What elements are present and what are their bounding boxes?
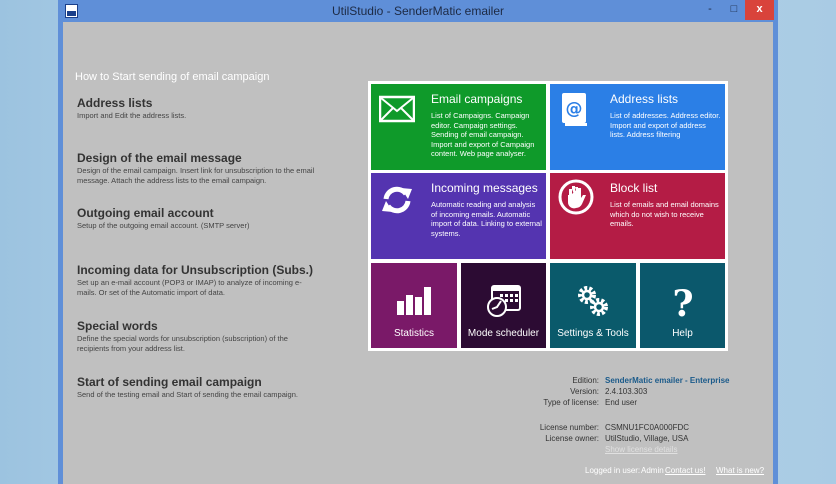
show-license-details-link[interactable]: Show license details (605, 445, 677, 454)
calendar-clock-icon (486, 285, 521, 317)
license-type-value: End user (605, 398, 638, 407)
whats-new-link[interactable]: What is new? (716, 466, 764, 475)
tile-title: Block list (610, 181, 658, 195)
step-title[interactable]: Special words (77, 319, 317, 333)
contact-us-link[interactable]: Contact us! (665, 466, 705, 475)
howto-heading: How to Start sending of email campaign (75, 71, 270, 83)
tile-desc: Automatic reading and analysis of incomi… (431, 200, 542, 238)
question-icon: ? (672, 285, 693, 319)
svg-text:@: @ (566, 99, 583, 119)
step-desc: Set up an e-mail account (POP3 or IMAP) … (77, 278, 302, 297)
tile-settings-tools[interactable]: Settings & Tools (550, 263, 636, 348)
step-title[interactable]: Outgoing email account (77, 206, 317, 220)
tile-title: Email campaigns (431, 92, 523, 106)
step-incoming-unsubscription[interactable]: Incoming data for Unsubscription (Subs.)… (77, 263, 317, 298)
title-bar[interactable]: UtilStudio - SenderMatic emailer - □ x (58, 0, 778, 22)
logged-in-user: Admin (641, 466, 664, 475)
tile-grid: Email campaigns List of Campaigns. Campai… (368, 81, 728, 351)
edition-label: Edition: (572, 376, 599, 385)
step-desc: Import and Edit the address lists. (77, 111, 187, 120)
tile-desc: List of addresses. Address editor. Impor… (610, 111, 721, 139)
edition-value: SenderMatic emailer - Enterprise (605, 376, 730, 385)
tile-incoming-messages[interactable]: Incoming messages Automatic reading and a… (371, 173, 546, 259)
tile-label: Settings & Tools (557, 328, 629, 339)
step-address-lists[interactable]: Address lists Import and Edit the address… (77, 96, 317, 121)
tile-title: Address lists (610, 92, 679, 106)
tile-statistics[interactable]: Statistics (371, 263, 457, 348)
tile-desc: List of Campaigns. Campaign editor. Camp… (431, 111, 535, 158)
step-desc: Define the special words for unsubscript… (77, 334, 288, 353)
step-title[interactable]: Address lists (77, 96, 317, 110)
address-book-icon: @ (562, 93, 587, 126)
main-content: How to Start sending of email campaign A… (63, 22, 773, 484)
step-desc: Setup of the outgoing email account. (SM… (77, 221, 250, 230)
tile-label: Help (672, 328, 693, 339)
version-value: 2.4.103.303 (605, 387, 648, 396)
step-title[interactable]: Incoming data for Unsubscription (Subs.) (77, 263, 317, 277)
license-owner-label: License owner: (545, 434, 599, 443)
close-button[interactable]: x (745, 0, 774, 20)
tile-label: Statistics (393, 328, 434, 339)
step-design-message[interactable]: Design of the email message Design of the… (77, 151, 317, 186)
step-title[interactable]: Design of the email message (77, 151, 317, 165)
step-special-words[interactable]: Special words Define the special words fo… (77, 319, 317, 354)
maximize-button[interactable]: □ (722, 0, 746, 20)
version-label: Version: (570, 387, 599, 396)
step-start-sending[interactable]: Start of sending email campaign Send of t… (77, 375, 317, 400)
gears-icon (578, 286, 608, 316)
tile-mode-scheduler[interactable]: Mode scheduler (461, 263, 546, 348)
bar-chart-icon (397, 287, 431, 315)
license-owner-value: UtilStudio, Village, USA (605, 434, 689, 443)
tile-help[interactable]: ? Help (640, 263, 725, 348)
license-number-value: CSMNU1FC0A000FDC (605, 423, 690, 432)
step-title[interactable]: Start of sending email campaign (77, 375, 317, 389)
tile-title: Incoming messages (431, 181, 538, 195)
hand-stop-icon (558, 179, 594, 215)
step-outgoing-account[interactable]: Outgoing email account Setup of the outgo… (77, 206, 317, 231)
license-type-label: Type of license: (543, 398, 599, 407)
tile-email-campaigns[interactable]: Email campaigns List of Campaigns. Campai… (371, 84, 546, 170)
svg-text:?: ? (672, 285, 693, 319)
app-window: UtilStudio - SenderMatic emailer - □ x H… (58, 0, 778, 484)
logged-in-label: Logged in user: (585, 466, 641, 475)
step-desc: Send of the testing email and Start of s… (77, 390, 298, 399)
app-icon[interactable] (65, 4, 78, 18)
window-title: UtilStudio - SenderMatic emailer (331, 4, 505, 18)
tile-label: Mode scheduler (467, 328, 540, 339)
refresh-icon (382, 186, 412, 214)
tile-block-list[interactable]: Block list List of emails and email domai… (550, 173, 725, 259)
tile-desc: List of emails and email domains which d… (610, 200, 719, 228)
license-number-label: License number: (539, 423, 599, 432)
step-desc: Design of the email campaign. Insert lin… (77, 166, 315, 185)
tile-address-lists[interactable]: @ Address lists List of addresses. Addres… (550, 84, 725, 170)
minimize-button[interactable]: - (698, 0, 722, 20)
envelope-icon (379, 95, 415, 123)
